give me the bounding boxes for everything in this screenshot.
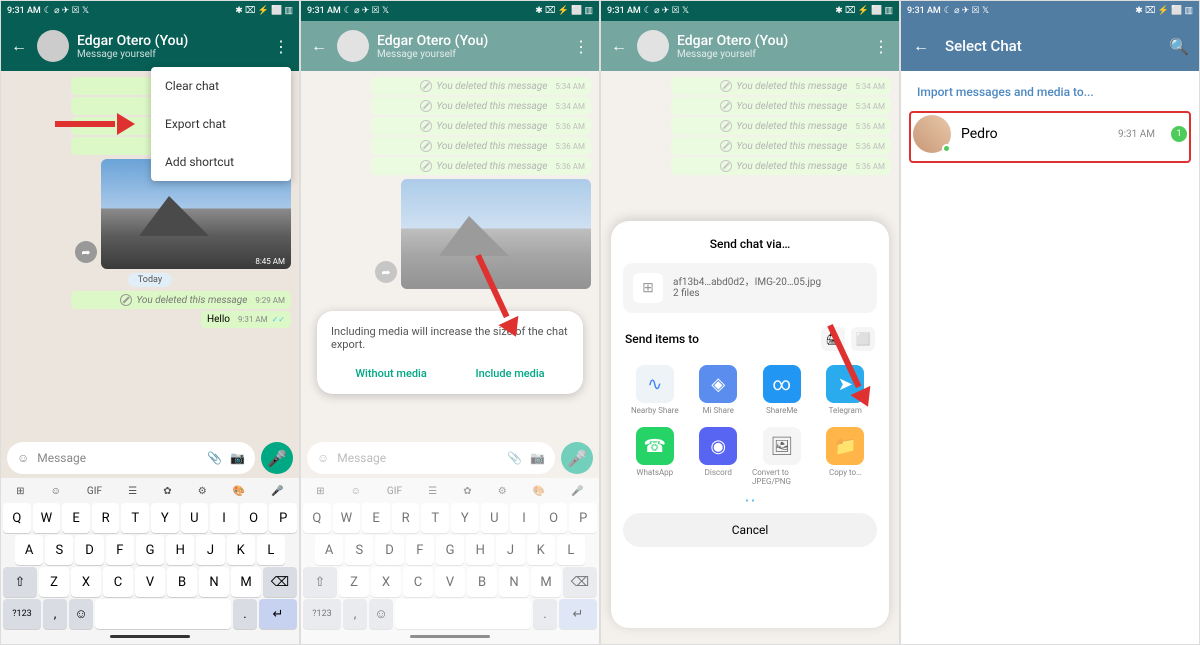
menu-add-shortcut[interactable]: Add shortcut: [151, 143, 291, 181]
contact-subtitle: Message yourself: [77, 49, 263, 60]
date-pill: Today: [128, 273, 172, 287]
wa-chat-header: ← Edgar Otero (You) Message yourself ⋮: [1, 21, 299, 71]
share-app-convert-to-jpeg-png[interactable]: 🖼Convert to JPEG/PNG: [750, 421, 814, 492]
contact-name: Edgar Otero (You): [77, 33, 263, 49]
share-app-mi-share[interactable]: ◈Mi Share: [687, 359, 751, 421]
contact-avatar[interactable]: [37, 30, 69, 62]
back-icon[interactable]: ←: [911, 36, 931, 56]
overflow-menu: Clear chat Export chat Add shortcut: [151, 67, 291, 181]
emoji-icon[interactable]: ☺: [17, 451, 29, 465]
mic-button[interactable]: 🎤: [261, 442, 293, 474]
phone-screenshot-1: 9:31 AM☾ ⌀ ✈ ☒ 𝕏 ✱ ⌧ ⚡ ⬜ ▥ ← Edgar Otero…: [0, 0, 300, 645]
share-app-discord[interactable]: ◉Discord: [687, 421, 751, 492]
share-app-nearby-share[interactable]: ∿Nearby Share: [623, 359, 687, 421]
unread-badge: 1: [1171, 126, 1187, 142]
share-app-whatsapp[interactable]: ☎WhatsApp: [623, 421, 687, 492]
message-input-bar: ☺ Message 📎 📷 🎤: [1, 438, 299, 478]
back-icon[interactable]: ←: [9, 36, 29, 56]
phone-screenshot-4: 9:31 AM☾ ⌀ ✈ ☒ 𝕏✱ ⌧ ⚡ ⬜ ▥ ← Select Chat …: [900, 0, 1200, 645]
send-items-label: Send items to: [625, 332, 699, 346]
app-grid: ∿Nearby Share◈Mi Share∞ShareMe➤Telegram☎…: [623, 359, 877, 492]
chat-time: 9:31 AM: [1118, 129, 1155, 140]
cancel-button[interactable]: Cancel: [623, 513, 877, 547]
more-icon[interactable]: ⋮: [271, 36, 291, 56]
telegram-header: ← Select Chat 🔍: [901, 21, 1199, 71]
phone-screenshot-2: 9:31 AM☾ ⌀ ✈ ☒ 𝕏✱ ⌧ ⚡ ⬜ ▥ ←Edgar Otero (…: [300, 0, 600, 645]
share-app-copy-to-[interactable]: 📁Copy to…: [814, 421, 878, 492]
cast-icon[interactable]: ⬜: [851, 327, 875, 351]
share-app-shareme[interactable]: ∞ShareMe: [750, 359, 814, 421]
dialog-text: Including media will increase the size o…: [331, 325, 569, 351]
keyboard: ⊞☺GIF☰✿⚙🎨🎤 QWERTYUIOP ASDFGHJKL ⇧ZXCVBNM…: [1, 478, 299, 644]
page-dots-icon: • •: [627, 496, 873, 507]
message-input[interactable]: ☺ Message 📎 📷: [7, 442, 255, 474]
without-media-button[interactable]: Without media: [355, 367, 426, 380]
phone-screenshot-3: 9:31 AM☾ ⌀ ✈ ☒ 𝕏✱ ⌧ ⚡ ⬜ ▥ ←Edgar Otero (…: [600, 0, 900, 645]
share-title: Send chat via…: [623, 237, 877, 251]
kb-tool-icon[interactable]: ⊞: [16, 486, 24, 497]
online-dot-icon: [942, 144, 951, 153]
chat-row-pedro[interactable]: Pedro 9:31 AM 1: [901, 107, 1199, 161]
status-bar: 9:31 AM☾ ⌀ ✈ ☒ 𝕏 ✱ ⌧ ⚡ ⬜ ▥: [1, 1, 299, 21]
forward-icon[interactable]: ➦: [75, 241, 97, 263]
include-media-button[interactable]: Include media: [475, 367, 544, 380]
menu-export-chat[interactable]: Export chat: [151, 105, 291, 143]
menu-clear-chat[interactable]: Clear chat: [151, 67, 291, 105]
share-file-box: ⊞ af13b4…abd0d2，IMG-20…05.jpg2 files: [623, 263, 877, 313]
import-label: Import messages and media to...: [901, 71, 1199, 107]
search-icon[interactable]: 🔍: [1169, 36, 1189, 56]
share-sheet: Send chat via… ⊞ af13b4…abd0d2，IMG-20…05…: [611, 221, 889, 628]
attach-icon[interactable]: 📎: [207, 451, 222, 465]
chat-name: Pedro: [961, 126, 1108, 142]
export-dialog: Including media will increase the size o…: [317, 311, 583, 394]
tutorial-arrow-icon: [55, 116, 135, 132]
camera-icon[interactable]: 📷: [230, 451, 245, 465]
telegram-title: Select Chat: [945, 37, 1155, 55]
file-icon: ⊞: [633, 273, 663, 303]
